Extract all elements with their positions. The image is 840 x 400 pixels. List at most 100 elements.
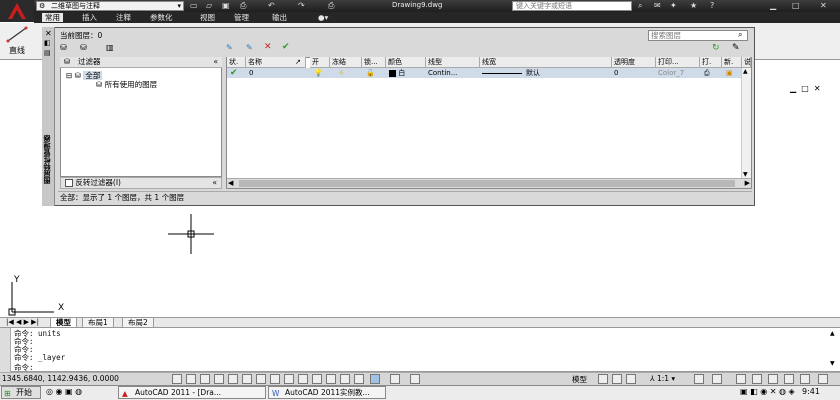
collapse-tree-button[interactable]: « <box>213 57 218 67</box>
tab-layout1[interactable]: 布局1 <box>82 318 114 328</box>
new-group-filter-icon[interactable]: ⛁ <box>80 43 87 52</box>
new-layer-vp-frozen-icon[interactable]: ✎ <box>246 43 253 52</box>
layer-list-vscroll[interactable]: ▲ ▼ <box>741 68 751 178</box>
tray-icons[interactable]: ▣ ◧ ◉ ✕ ◍ ◈ <box>740 387 795 396</box>
dynamic-input-icon[interactable] <box>298 374 308 384</box>
command-window[interactable]: 命令: units 命令: 命令: 命令: _layer 命令: ▲ ▼ <box>0 328 840 372</box>
palette-close-icon[interactable]: ✕ <box>45 29 52 38</box>
lineweight-cell[interactable]: 默认 <box>526 68 540 78</box>
new-icon[interactable]: ▭ <box>190 1 198 11</box>
plot-icon[interactable]: ⎙ <box>328 1 334 11</box>
search-icon[interactable]: ⌕ <box>638 1 642 11</box>
refresh-icon[interactable]: ↻ <box>712 43 720 53</box>
close-icon[interactable]: ✕ <box>820 1 827 11</box>
transparency-icon[interactable] <box>326 374 336 384</box>
new-layer-icon[interactable]: ✎ <box>226 43 233 52</box>
quick-view-drawings-icon[interactable] <box>410 374 420 384</box>
layer-list-hscroll[interactable]: ◀ ▶ <box>227 178 751 188</box>
tab-nav-icons[interactable]: |◀ ◀ ▶ ▶| <box>6 318 39 326</box>
layer-search-input[interactable]: 搜索图层 <box>648 30 748 41</box>
palette-autohide-icon[interactable]: ◧ <box>44 39 51 47</box>
clean-screen-icon[interactable] <box>818 374 828 384</box>
column-plot[interactable]: 打. <box>700 57 722 68</box>
column-lineweight[interactable]: 线宽 <box>480 57 612 68</box>
help-icon[interactable]: ? <box>710 1 714 11</box>
model-label[interactable]: 模型 <box>572 374 587 385</box>
set-current-icon[interactable]: ✔ <box>282 42 290 52</box>
scroll-down-icon[interactable]: ▼ <box>830 360 835 367</box>
minimize-icon[interactable]: ▁ <box>770 1 776 11</box>
zoom-icon[interactable] <box>612 374 622 384</box>
column-freeze[interactable]: 冻结 <box>330 57 362 68</box>
layer-states-icon[interactable]: ▥ <box>106 43 114 52</box>
snap-mode-icon[interactable] <box>186 374 196 384</box>
collapse-filter-button[interactable]: « <box>212 178 217 188</box>
favorites-icon[interactable]: ★ <box>690 1 697 11</box>
object-snap-tracking-icon[interactable] <box>270 374 280 384</box>
scroll-up-icon[interactable]: ▲ <box>743 68 748 75</box>
object-snap-icon[interactable] <box>242 374 252 384</box>
settings-icon[interactable]: ✎ <box>732 43 740 53</box>
tab-insert[interactable]: 插入 <box>82 13 97 22</box>
steering-wheel-icon[interactable] <box>626 374 636 384</box>
grid-display-icon[interactable] <box>200 374 210 384</box>
delete-layer-icon[interactable]: ✕ <box>264 42 272 52</box>
column-on[interactable]: 开 <box>310 57 330 68</box>
lightbulb-on-icon[interactable]: 💡 <box>314 68 323 78</box>
color-swatch-cell[interactable]: 白 <box>389 68 405 78</box>
layer-name-cell[interactable]: 0 <box>249 68 253 78</box>
column-linetype[interactable]: 线型 <box>426 57 480 68</box>
quick-view-layouts-icon[interactable] <box>390 374 400 384</box>
transparency-cell[interactable]: 0 <box>614 68 618 78</box>
column-color[interactable]: 颜色 <box>386 57 426 68</box>
printer-icon[interactable]: ⎙ <box>704 68 710 78</box>
taskbar-autocad-button[interactable]: ▲ AutoCAD 2011 - [Dra... <box>118 386 266 399</box>
save-icon[interactable]: ▣ <box>222 1 230 11</box>
scroll-down-icon[interactable]: ▼ <box>743 171 748 178</box>
tab-home[interactable]: 常用 <box>42 13 63 22</box>
column-new-vp-freeze[interactable]: 新. <box>722 57 742 68</box>
linetype-cell[interactable]: Contin... <box>428 68 457 78</box>
annotation-visibility-icon[interactable] <box>694 374 704 384</box>
column-lock[interactable]: 锁... <box>362 57 386 68</box>
auto-scale-icon[interactable] <box>712 374 722 384</box>
model-space-icon[interactable] <box>370 374 380 384</box>
start-button[interactable]: ⊞ 开始 <box>1 386 41 399</box>
new-vp-freeze-icon[interactable]: ▣ <box>726 68 733 78</box>
column-description[interactable]: 说 <box>742 57 751 68</box>
column-transparency[interactable]: 透明度 <box>612 57 656 68</box>
polar-tracking-icon[interactable] <box>228 374 238 384</box>
selection-cycling-icon[interactable] <box>354 374 364 384</box>
tab-manage[interactable]: 管理 <box>234 13 249 22</box>
tab-layout2[interactable]: 布局2 <box>122 318 154 328</box>
isolate-objects-icon[interactable] <box>784 374 794 384</box>
maximize-icon[interactable]: □ <box>792 1 800 11</box>
tab-model[interactable]: 模型 <box>50 318 77 328</box>
column-plot-style[interactable]: 打印... <box>656 57 700 68</box>
line-tool-button[interactable]: 直线 <box>4 25 30 57</box>
application-button[interactable] <box>0 0 34 22</box>
lineweight-icon[interactable] <box>312 374 322 384</box>
undo-icon[interactable]: ↶ <box>268 1 275 11</box>
palette-properties-icon[interactable]: ▤ <box>44 49 51 57</box>
scroll-up-icon[interactable]: ▲ <box>830 330 835 337</box>
dynamic-ucs-icon[interactable] <box>284 374 294 384</box>
print-icon[interactable]: ⎙ <box>240 1 246 11</box>
drawing-window-controls[interactable]: ▁ □ ✕ <box>790 84 821 93</box>
redo-icon[interactable]: ↷ <box>298 1 305 11</box>
scroll-left-icon[interactable]: ◀ <box>228 179 233 187</box>
plot-style-cell[interactable]: Color_7 <box>658 68 684 78</box>
communication-icon[interactable]: ✦ <box>670 1 677 11</box>
new-property-filter-icon[interactable]: ⛁ <box>60 43 67 52</box>
unlocked-icon[interactable]: 🔓 <box>366 68 375 78</box>
command-prompt[interactable]: 命令: <box>14 364 34 372</box>
infer-constraints-icon[interactable] <box>172 374 182 384</box>
ribbon-options-icon[interactable]: ●▾ <box>318 13 328 22</box>
hscroll-thumb[interactable] <box>239 180 735 187</box>
quick-launch-icons[interactable]: ◎ ◉ ▣ ◍ <box>46 387 82 396</box>
open-icon[interactable]: ▱ <box>206 1 212 11</box>
tab-parametric[interactable]: 参数化 <box>150 13 173 22</box>
tab-annotate[interactable]: 注释 <box>116 13 131 22</box>
invert-filter-checkbox[interactable] <box>65 179 73 187</box>
hardware-accel-icon[interactable] <box>768 374 778 384</box>
